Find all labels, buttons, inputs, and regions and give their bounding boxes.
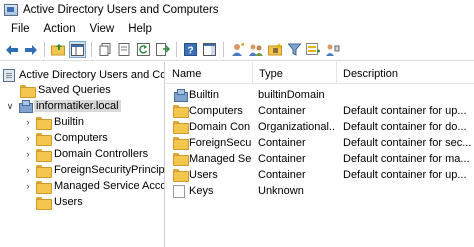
cell-description: [343, 183, 474, 199]
cell-type: Container: [258, 105, 306, 117]
list-header: Name Type Description: [166, 62, 474, 84]
folder-icon: [36, 116, 52, 130]
menu-help[interactable]: Help: [121, 20, 159, 38]
folder-icon: [173, 169, 189, 182]
delegate-icon[interactable]: [324, 41, 341, 58]
folder-icon: [36, 196, 52, 210]
cell-description: [343, 87, 474, 103]
cell-description: Default container for sec...: [343, 137, 472, 149]
domain-icon: [18, 99, 33, 113]
app-icon: [4, 4, 18, 16]
cell-name: Managed Se...: [189, 153, 251, 165]
chevron-down-icon[interactable]: ∨: [5, 101, 15, 112]
cell-name: ForeignSecu...: [189, 137, 251, 149]
column-header-type[interactable]: Type: [253, 62, 337, 84]
filter-icon[interactable]: [286, 41, 303, 58]
toolbar-separator: [44, 42, 45, 57]
menu-file[interactable]: File: [4, 20, 37, 38]
ou-folder-icon: [36, 148, 52, 162]
toolbar-separator: [176, 42, 177, 57]
tree-item-label: Managed Service Accour: [54, 180, 165, 192]
snapin-icon: [3, 68, 15, 82]
list-row[interactable]: Builtin builtinDomain: [166, 87, 474, 103]
cell-description: Default container for do...: [343, 121, 467, 133]
domain-icon: [173, 89, 188, 102]
details-list[interactable]: Name Type Description Builtin builtinDom…: [166, 62, 474, 247]
cell-description: Default container for up...: [343, 105, 467, 117]
toolbar-separator: [91, 42, 92, 57]
up-folder-icon[interactable]: [50, 41, 67, 58]
chevron-right-icon[interactable]: ›: [23, 181, 33, 191]
tree-item-label: Builtin: [54, 116, 84, 128]
toolbar-separator: [223, 42, 224, 57]
forward-icon[interactable]: [22, 41, 39, 58]
list-row[interactable]: Users Container Default container for up…: [166, 167, 474, 183]
copy-icon[interactable]: [97, 41, 114, 58]
cell-name: Keys: [189, 185, 214, 197]
tree-item-label: Computers: [54, 132, 108, 144]
folder-icon: [173, 153, 189, 166]
column-header-description[interactable]: Description: [337, 62, 474, 84]
console-tree-icon[interactable]: [69, 41, 86, 58]
tree-item-label: Saved Queries: [38, 84, 111, 96]
console-tree[interactable]: Active Directory Users and Com Saved Que…: [0, 62, 165, 247]
cell-type: Unknown: [258, 185, 304, 197]
folder-icon: [173, 137, 189, 150]
menu-action[interactable]: Action: [37, 20, 83, 38]
cell-description: Default container for ma...: [343, 153, 470, 165]
folder-icon: [36, 164, 52, 178]
chevron-right-icon[interactable]: ›: [23, 117, 33, 127]
folder-icon: [173, 105, 189, 118]
cell-type: builtinDomain: [258, 89, 325, 101]
toolbar: ?: [0, 39, 474, 61]
cell-type: Container: [258, 153, 306, 165]
list-row[interactable]: Keys Unknown: [166, 183, 474, 199]
window-title: Active Directory Users and Computers: [23, 4, 219, 16]
cell-name: Users: [189, 169, 218, 181]
cell-description: Default container for up...: [343, 169, 467, 181]
tree-item-label: Users: [54, 196, 83, 208]
properties-icon[interactable]: [116, 41, 133, 58]
chevron-right-icon[interactable]: ›: [23, 133, 33, 143]
tree-item-label: informatiker.local: [34, 100, 121, 112]
list-row[interactable]: Managed Se... Container Default containe…: [166, 151, 474, 167]
tree-item-label: ForeignSecurityPrincipals: [54, 164, 165, 176]
folder-icon: [20, 84, 36, 98]
tree-item-label: Domain Controllers: [54, 148, 149, 160]
cell-type: Container: [258, 169, 306, 181]
show-pane-icon[interactable]: [201, 41, 218, 58]
tree-item-users[interactable]: Users: [36, 193, 83, 211]
cell-type: Organizational...: [258, 121, 336, 133]
new-group-icon[interactable]: [248, 41, 265, 58]
cell-name: Builtin: [189, 89, 219, 101]
list-row[interactable]: Computers Container Default container fo…: [166, 103, 474, 119]
folder-icon: [36, 132, 52, 146]
new-user-icon[interactable]: [229, 41, 246, 58]
back-icon[interactable]: [3, 41, 20, 58]
cell-name: Computers: [189, 105, 243, 117]
cell-name: Domain Con...: [189, 121, 251, 133]
tree-item-label: Active Directory Users and Com: [19, 69, 165, 81]
list-row[interactable]: ForeignSecu... Container Default contain…: [166, 135, 474, 151]
menu-view[interactable]: View: [83, 20, 122, 38]
svg-text:?: ?: [187, 46, 193, 57]
export-list-icon[interactable]: [154, 41, 171, 58]
refresh-icon[interactable]: [135, 41, 152, 58]
chevron-right-icon[interactable]: ›: [23, 165, 33, 175]
title-bar: Active Directory Users and Computers: [0, 0, 474, 20]
add-to-group-icon[interactable]: [305, 41, 322, 58]
ou-folder-icon: [173, 121, 189, 134]
folder-icon: [36, 180, 52, 194]
cell-type: Container: [258, 137, 306, 149]
column-header-name[interactable]: Name: [166, 62, 253, 84]
menu-bar: File Action View Help: [0, 20, 474, 38]
list-row[interactable]: Domain Con... Organizational... Default …: [166, 119, 474, 135]
chevron-right-icon[interactable]: ›: [23, 149, 33, 159]
new-ou-icon[interactable]: [267, 41, 284, 58]
keys-icon: [173, 185, 185, 198]
help-icon[interactable]: ?: [182, 41, 199, 58]
